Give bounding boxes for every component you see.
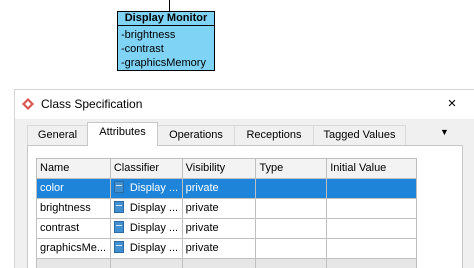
class-icon: [113, 181, 124, 193]
table-header-row: Name Classifier Visibility Type Initial …: [37, 159, 418, 179]
classifier-label: Display ...: [129, 182, 179, 194]
tab-receptions[interactable]: Receptions: [234, 125, 314, 145]
visibility-cell[interactable]: private: [182, 239, 257, 259]
tab-attributes[interactable]: Attributes: [87, 122, 158, 146]
table-row[interactable]: brightness Display ... private: [37, 199, 418, 219]
classifier-cell[interactable]: Display ...: [110, 199, 183, 219]
empty-cell: [256, 259, 328, 268]
tab-bar: General Attributes Operations Receptions…: [15, 119, 474, 146]
dialog-title: Class Specification: [41, 97, 143, 111]
tab-tagged-values[interactable]: Tagged Values: [313, 125, 406, 145]
attribute-name-cell[interactable]: color: [37, 179, 111, 199]
tab-overflow-icon[interactable]: ▼: [440, 127, 449, 137]
column-header-classifier[interactable]: Classifier: [110, 159, 183, 179]
uml-attribute[interactable]: -graphicsMemory: [121, 56, 214, 70]
class-specification-dialog: Class Specification × General Attributes…: [14, 89, 474, 268]
attribute-name-cell[interactable]: graphicsMe...: [37, 239, 111, 259]
empty-cell: [110, 259, 183, 268]
initial-value-cell[interactable]: [327, 219, 418, 239]
type-cell[interactable]: [256, 239, 328, 259]
uml-attribute-list: -brightness -contrast -graphicsMemory: [118, 26, 214, 70]
uml-attribute[interactable]: -contrast: [121, 42, 214, 56]
type-cell[interactable]: [256, 179, 328, 199]
column-header-name[interactable]: Name: [37, 159, 111, 179]
visibility-cell[interactable]: private: [182, 179, 257, 199]
type-cell[interactable]: [256, 219, 328, 239]
close-icon[interactable]: ×: [443, 95, 461, 113]
class-icon: [113, 221, 124, 233]
initial-value-cell[interactable]: [327, 179, 418, 199]
tab-operations[interactable]: Operations: [157, 125, 235, 145]
classifier-label: Display ...: [129, 222, 179, 234]
attribute-name-cell[interactable]: contrast: [37, 219, 111, 239]
table-row[interactable]: contrast Display ... private: [37, 219, 418, 239]
uml-class-name: Display Monitor: [118, 12, 214, 26]
tab-general[interactable]: General: [27, 125, 88, 145]
attribute-name-cell[interactable]: brightness: [37, 199, 111, 219]
initial-value-cell[interactable]: [327, 239, 418, 259]
uml-attribute[interactable]: -brightness: [121, 28, 214, 42]
classifier-label: Display ...: [129, 202, 179, 214]
classifier-cell[interactable]: Display ...: [110, 239, 183, 259]
classifier-cell[interactable]: Display ...: [110, 179, 183, 199]
empty-cell: [37, 259, 111, 268]
classifier-cell[interactable]: Display ...: [110, 219, 183, 239]
initial-value-cell[interactable]: [327, 199, 418, 219]
classifier-label: Display ...: [129, 242, 179, 254]
empty-cell: [182, 259, 257, 268]
uml-class-display-monitor[interactable]: Display Monitor -brightness -contrast -g…: [117, 11, 215, 71]
attributes-panel: Name Classifier Visibility Type Initial …: [27, 145, 463, 268]
empty-cell: [327, 259, 418, 268]
column-header-visibility[interactable]: Visibility: [182, 159, 257, 179]
column-header-type[interactable]: Type: [256, 159, 328, 179]
visibility-cell[interactable]: private: [182, 199, 257, 219]
dialog-titlebar[interactable]: Class Specification ×: [15, 90, 474, 119]
app-logo-icon: [22, 98, 34, 110]
column-header-initial-value[interactable]: Initial Value: [327, 159, 418, 179]
class-icon: [113, 201, 124, 213]
type-cell[interactable]: [256, 199, 328, 219]
table-empty-row: [37, 259, 418, 268]
class-icon: [113, 241, 124, 253]
visibility-cell[interactable]: private: [182, 219, 257, 239]
table-row[interactable]: graphicsMe... Display ... private: [37, 239, 418, 259]
association-line: [169, 0, 170, 11]
attributes-table: Name Classifier Visibility Type Initial …: [36, 158, 418, 268]
table-row[interactable]: color Display ... private: [37, 179, 418, 199]
